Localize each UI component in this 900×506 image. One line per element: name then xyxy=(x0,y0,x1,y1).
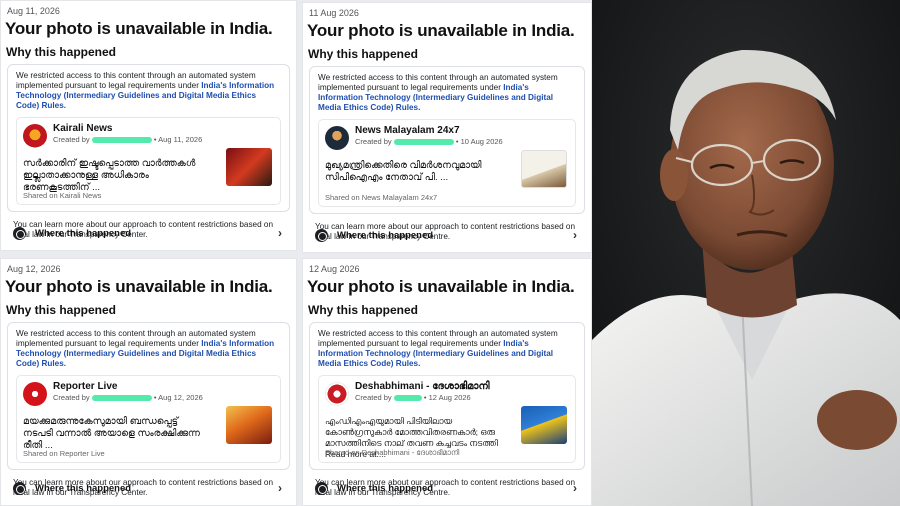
notice-text: We restricted access to this content thr… xyxy=(16,71,281,111)
post-thumbnail[interactable] xyxy=(226,406,272,444)
post-text: മയക്കുമരുന്നുകേസുമായി ബന്ധപ്പെട്ട് നടപടി… xyxy=(23,416,200,451)
notice-date: Aug 12, 2026 xyxy=(7,264,61,274)
restriction-notice-panel-deshabhimani: 12 Aug 2026 Your photo is unavailable in… xyxy=(302,258,592,506)
where-this-happened-row[interactable]: Where this happened › xyxy=(13,481,282,497)
globe-icon xyxy=(13,482,26,495)
where-this-happened-row[interactable]: Where this happened › xyxy=(13,226,282,242)
why-heading: Why this happened xyxy=(308,303,419,317)
page-name[interactable]: Reporter Live xyxy=(53,381,117,392)
created-by-label: Created by xyxy=(355,393,392,402)
restricted-post[interactable]: Deshabhimani - ദേശാഭിമാനി Created by • 1… xyxy=(318,375,576,463)
shared-on: Shared on Kairali News xyxy=(23,191,102,200)
post-thumbnail[interactable] xyxy=(521,406,567,444)
post-text: സർക്കാരിന് ഇഷ്ടപ്പെടാത്ത വാർത്തകൾ ഇല്ലാത… xyxy=(23,158,196,193)
where-label: Where this happened xyxy=(35,483,132,494)
notice-date: 12 Aug 2026 xyxy=(309,264,360,274)
page-name[interactable]: Deshabhimani - ദേശാഭിമാനി xyxy=(355,381,490,392)
globe-icon xyxy=(13,227,26,240)
notice-text: We restricted access to this content thr… xyxy=(318,73,576,113)
created-line: Created by • 10 Aug 2026 xyxy=(355,137,505,146)
why-heading: Why this happened xyxy=(6,45,117,59)
restriction-notice-panel-reporter: Aug 12, 2026 Your photo is unavailable i… xyxy=(0,258,297,506)
page-avatar xyxy=(325,126,349,150)
created-by-label: Created by xyxy=(53,135,90,144)
where-label: Where this happened xyxy=(337,230,434,241)
notice-card: We restricted access to this content thr… xyxy=(309,66,585,214)
redacted-name xyxy=(91,137,152,144)
chevron-right-icon: › xyxy=(278,481,282,495)
notice-headline: Your photo is unavailable in India. xyxy=(5,277,273,296)
where-this-happened-row[interactable]: Where this happened › xyxy=(315,481,577,497)
created-by-label: Created by xyxy=(355,137,392,146)
portrait-illustration xyxy=(592,0,900,506)
notice-headline: Your photo is unavailable in India. xyxy=(307,277,575,296)
notice-card: We restricted access to this content thr… xyxy=(309,322,585,470)
page-avatar xyxy=(23,382,47,406)
created-line: Created by • Aug 11, 2026 xyxy=(53,135,203,144)
shared-on: Shared on Reporter Live xyxy=(23,449,105,458)
collage: Aug 11, 2026 Your photo is unavailable i… xyxy=(0,0,900,506)
notice-headline: Your photo is unavailable in India. xyxy=(5,19,273,38)
created-by-label: Created by xyxy=(53,393,90,402)
restriction-notice-panel-kairali: Aug 11, 2026 Your photo is unavailable i… xyxy=(0,0,297,251)
where-this-happened-row[interactable]: Where this happened › xyxy=(315,228,577,244)
created-date: • 12 Aug 2026 xyxy=(423,393,471,402)
shared-on: Shared on News Malayalam 24x7 xyxy=(325,193,438,202)
shared-on: Shared on Deshabhimani - ദേശാഭിമാനി xyxy=(325,448,460,457)
redacted-name xyxy=(393,395,422,402)
chevron-right-icon: › xyxy=(573,481,577,495)
chevron-right-icon: › xyxy=(278,226,282,240)
post-text: മുഖ്യമന്ത്രിക്കെതിരെ വിമർശനവുമായി സിപിഐഎ… xyxy=(325,160,482,183)
created-line: Created by • Aug 12, 2026 xyxy=(53,393,203,402)
redacted-name xyxy=(91,395,152,402)
page-avatar xyxy=(23,124,47,148)
why-heading: Why this happened xyxy=(308,47,419,61)
why-heading: Why this happened xyxy=(6,303,117,317)
page-name[interactable]: Kairali News xyxy=(53,123,112,134)
where-label: Where this happened xyxy=(337,483,434,494)
notice-date: 11 Aug 2026 xyxy=(309,8,359,18)
created-date: • Aug 12, 2026 xyxy=(153,393,203,402)
notice-date: Aug 11, 2026 xyxy=(7,6,60,16)
created-line: Created by • 12 Aug 2026 xyxy=(355,393,505,402)
portrait-photo xyxy=(592,0,900,506)
notice-text: We restricted access to this content thr… xyxy=(318,329,576,369)
page-avatar xyxy=(325,382,349,406)
notice-card: We restricted access to this content thr… xyxy=(7,64,290,212)
restricted-post[interactable]: Kairali News Created by • Aug 11, 2026 സ… xyxy=(16,117,281,205)
notice-card: We restricted access to this content thr… xyxy=(7,322,290,470)
chevron-right-icon: › xyxy=(573,228,577,242)
globe-icon xyxy=(315,482,328,495)
created-date: • 10 Aug 2026 xyxy=(455,137,503,146)
redacted-name xyxy=(393,139,454,146)
restricted-post[interactable]: Reporter Live Created by • Aug 12, 2026 … xyxy=(16,375,281,463)
globe-icon xyxy=(315,229,328,242)
notice-text: We restricted access to this content thr… xyxy=(16,329,281,369)
post-thumbnail[interactable] xyxy=(226,148,272,186)
where-label: Where this happened xyxy=(35,228,132,239)
page-name[interactable]: News Malayalam 24x7 xyxy=(355,125,460,136)
created-date: • Aug 11, 2026 xyxy=(153,135,203,144)
restriction-notice-panel-news-malayalam: 11 Aug 2026 Your photo is unavailable in… xyxy=(302,2,592,253)
notice-headline: Your photo is unavailable in India. xyxy=(307,21,575,40)
restricted-post[interactable]: News Malayalam 24x7 Created by • 10 Aug … xyxy=(318,119,576,207)
post-thumbnail[interactable] xyxy=(521,150,567,188)
